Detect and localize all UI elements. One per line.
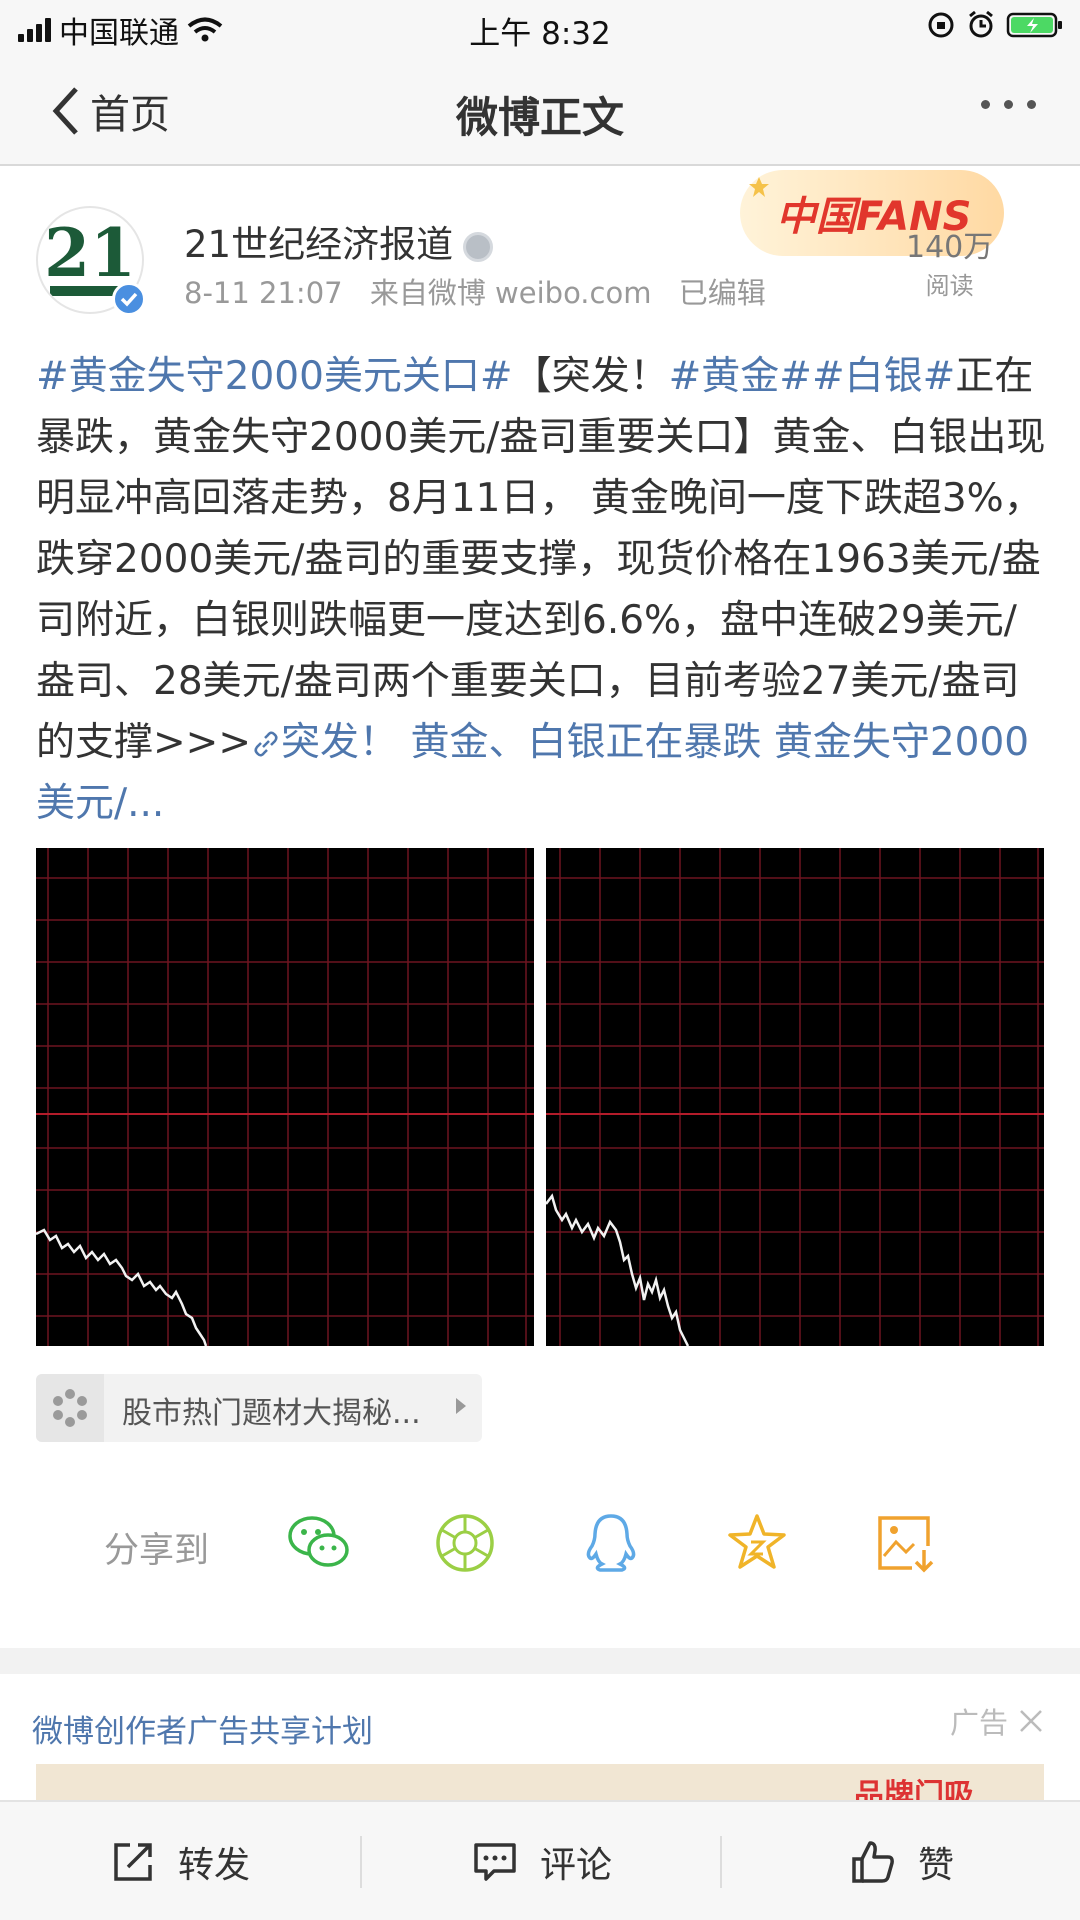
more-options-button[interactable]	[981, 100, 1036, 109]
author-name-text: 21世纪经济报道	[184, 223, 454, 266]
link-icon	[254, 731, 278, 757]
comment-button[interactable]: 评论	[472, 1802, 612, 1920]
rotation-lock-icon	[928, 12, 954, 38]
avatar-logo-text: 21	[44, 214, 136, 292]
post-text: 正在暴跌，黄金失守2000美元/盎司重要关口】黄金、白银出现明显冲高回落走势，8…	[36, 354, 1046, 765]
post-source: 来自微博 weibo.com	[369, 276, 652, 310]
status-time: 上午 8:32	[469, 16, 611, 52]
moments-icon[interactable]	[432, 1510, 498, 1576]
hashtag-link[interactable]: #黄金#	[669, 354, 812, 399]
hashtag-link[interactable]: #白银#	[812, 354, 955, 399]
close-icon[interactable]	[1018, 1708, 1044, 1734]
topic-icon	[36, 1374, 104, 1442]
comment-label: 评论	[540, 1845, 613, 1886]
edited-label: 已编辑	[678, 276, 766, 310]
author-name[interactable]: 21世纪经济报道	[184, 214, 494, 268]
like-button[interactable]: 赞	[850, 1802, 954, 1920]
caret-right-icon	[456, 1398, 466, 1414]
ad-banner-text: 品牌门吸	[854, 1778, 974, 1804]
post-image-1[interactable]	[36, 848, 534, 1346]
read-count-label: 阅读	[925, 272, 974, 300]
topic-card[interactable]: 股市热门题材大揭秘...	[36, 1374, 482, 1442]
page-title: 微博正文	[455, 93, 624, 142]
battery-icon	[1006, 12, 1062, 38]
ad-tag-label: 广告	[949, 1706, 1008, 1740]
wechat-icon[interactable]	[286, 1510, 352, 1576]
alarm-icon	[969, 10, 993, 38]
topic-label: 股市热门题材大揭秘...	[122, 1396, 421, 1431]
thumbs-up-icon	[852, 1841, 894, 1883]
bottom-toolbar: 转发 评论 赞	[0, 1800, 1080, 1920]
repost-button[interactable]: 转发	[110, 1802, 250, 1920]
qq-icon[interactable]	[578, 1510, 644, 1576]
read-count-number: 140万	[906, 230, 994, 265]
ad-banner-image[interactable]: 品牌门吸	[36, 1764, 1044, 1804]
favorite-star-icon[interactable]	[724, 1510, 790, 1576]
section-divider	[0, 1648, 1080, 1674]
star-icon	[749, 177, 769, 197]
post-text: 【突发！	[512, 354, 669, 399]
verified-badge-icon	[112, 282, 146, 316]
gold-price-chart-image	[36, 848, 534, 1346]
comment-icon	[474, 1843, 516, 1881]
post-meta: 8-11 21:07 来自微博 weibo.com 已编辑	[184, 270, 784, 312]
repost-icon	[114, 1843, 152, 1881]
share-label: 分享到	[104, 1531, 210, 1571]
medal-icon	[463, 231, 494, 262]
post-date: 8-11 21:07	[184, 276, 343, 310]
save-image-icon[interactable]	[872, 1510, 938, 1576]
ad-program-title[interactable]: 微博创作者广告共享计划	[32, 1706, 373, 1751]
ad-tag[interactable]: 广告	[950, 1700, 1044, 1742]
silver-price-chart-image	[546, 848, 1044, 1346]
read-count: 140万 阅读	[906, 222, 993, 301]
like-label: 赞	[918, 1845, 955, 1886]
post-content: #黄金失守2000美元关口#【突发！#黄金##白银#正在暴跌，黄金失守2000美…	[36, 346, 1048, 834]
post-image-2[interactable]	[546, 848, 1044, 1346]
repost-label: 转发	[178, 1845, 251, 1886]
hashtag-link[interactable]: #黄金失守2000美元关口#	[36, 354, 513, 399]
status-bar: 中国联通 上午 8:32	[0, 0, 1080, 54]
navigation-bar: 首页 微博正文	[0, 54, 1080, 166]
